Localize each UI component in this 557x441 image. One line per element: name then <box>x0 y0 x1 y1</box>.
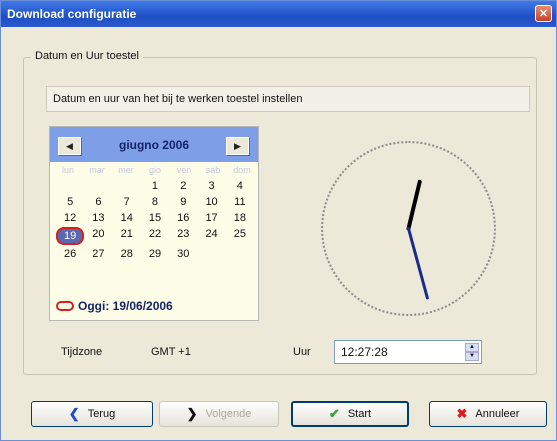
timezone-label: Tijdzone <box>61 346 103 358</box>
weekday-label: gio <box>148 165 161 175</box>
calendar-month-label: giugno 2006 <box>118 138 189 152</box>
close-button[interactable]: ✕ <box>535 5 552 22</box>
prev-icon: ◀ <box>66 141 73 151</box>
calendar-day[interactable]: 19 <box>56 227 85 245</box>
calendar-empty-cell <box>84 179 112 193</box>
cancel-button-label: Annuleer <box>475 408 520 420</box>
download-config-window: Download configuratie ✕ Datum en Uur toe… <box>0 0 557 441</box>
calendar-day[interactable]: 1 <box>141 179 169 193</box>
cancel-button[interactable]: ✖ Annuleer <box>429 401 547 427</box>
calendar-day[interactable]: 11 <box>226 195 254 209</box>
spinner-up-icon[interactable]: ▲ <box>465 343 479 352</box>
weekday-header: lun mar mer gio ven sab dom <box>56 165 254 175</box>
check-icon: ✔ <box>328 406 340 421</box>
start-button[interactable]: ✔ Start <box>291 401 409 427</box>
clock-face <box>406 179 429 300</box>
timezone-value: GMT +1 <box>151 346 191 358</box>
calendar-day[interactable]: 10 <box>197 195 225 209</box>
next-arrow-icon: ❯ <box>186 406 198 421</box>
calendar-day[interactable]: 6 <box>84 195 112 209</box>
analog-clock <box>321 141 496 316</box>
calendar-day[interactable]: 22 <box>141 227 169 241</box>
calendar-day[interactable]: 28 <box>113 247 141 261</box>
calendar: ◀ giugno 2006 ▶ lun mar mer gio ven sab dom 12… <box>49 126 259 321</box>
cancel-x-icon: ✖ <box>456 406 468 421</box>
calendar-day[interactable]: 29 <box>141 247 169 261</box>
start-button-label: Start <box>347 408 372 420</box>
calendar-day[interactable]: 16 <box>169 211 197 225</box>
calendar-day[interactable]: 9 <box>169 195 197 209</box>
calendar-day[interactable]: 17 <box>197 211 225 225</box>
time-value: 12:27:28 <box>341 345 388 359</box>
back-button[interactable]: ❮ Terug <box>31 401 153 427</box>
calendar-day[interactable]: 3 <box>197 179 225 193</box>
minute-hand <box>407 227 429 300</box>
calendar-empty-cell <box>197 247 225 261</box>
time-spinner[interactable]: ▲ ▼ <box>465 343 479 361</box>
calendar-day[interactable]: 20 <box>84 227 112 241</box>
calendar-day[interactable]: 2 <box>169 179 197 193</box>
next-icon: ▶ <box>234 141 241 151</box>
window-title: Download configuratie <box>7 7 137 21</box>
calendar-day[interactable]: 18 <box>226 211 254 225</box>
calendar-day[interactable]: 5 <box>56 195 84 209</box>
calendar-day[interactable]: 21 <box>113 227 141 241</box>
today-label: Oggi: 19/06/2006 <box>78 299 173 313</box>
time-label: Uur <box>293 346 311 358</box>
calendar-day[interactable]: 8 <box>141 195 169 209</box>
spinner-down-icon[interactable]: ▼ <box>465 352 479 361</box>
calendar-day[interactable]: 27 <box>84 247 112 261</box>
hour-hand <box>406 179 422 231</box>
group-title: Datum en Uur toestel <box>31 50 143 62</box>
today-circle-icon <box>56 301 74 311</box>
calendar-day-grid: 1 2 3 4 5 6 7 8 9 10 11 12 13 14 15 16 17 18 19 20 21 22 23 24 2… <box>56 179 254 261</box>
prev-month-button[interactable]: ◀ <box>58 137 81 155</box>
calendar-day[interactable]: 25 <box>226 227 254 241</box>
calendar-day[interactable]: 23 <box>169 227 197 241</box>
calendar-header: ◀ giugno 2006 ▶ <box>50 127 258 162</box>
description-text: Datum en uur van het bij te werken toest… <box>46 86 530 112</box>
weekday-label: ven <box>176 165 192 175</box>
calendar-empty-cell <box>56 179 84 193</box>
back-button-label: Terug <box>87 408 116 420</box>
close-icon: ✕ <box>538 8 549 20</box>
calendar-day[interactable]: 15 <box>141 211 169 225</box>
calendar-empty-cell <box>226 247 254 261</box>
back-arrow-icon: ❮ <box>68 406 80 421</box>
calendar-empty-cell <box>113 179 141 193</box>
weekday-label: sab <box>205 165 221 175</box>
weekday-label: mar <box>89 165 105 175</box>
time-input[interactable]: 12:27:28 ▲ ▼ <box>334 340 482 364</box>
next-button[interactable]: ❯ Volgende <box>159 401 279 427</box>
next-month-button[interactable]: ▶ <box>226 137 249 155</box>
calendar-day[interactable]: 7 <box>113 195 141 209</box>
today-indicator[interactable]: Oggi: 19/06/2006 <box>56 299 173 313</box>
calendar-day[interactable]: 12 <box>56 211 84 225</box>
calendar-day[interactable]: 4 <box>226 179 254 193</box>
next-button-label: Volgende <box>205 408 252 420</box>
calendar-day[interactable]: 24 <box>197 227 225 241</box>
calendar-day[interactable]: 26 <box>56 247 84 261</box>
weekday-label: dom <box>233 165 251 175</box>
calendar-day[interactable]: 30 <box>169 247 197 261</box>
calendar-day[interactable]: 14 <box>113 211 141 225</box>
calendar-day[interactable]: 13 <box>84 211 112 225</box>
title-bar: Download configuratie ✕ <box>1 1 556 27</box>
weekday-label: mer <box>118 165 134 175</box>
weekday-label: lun <box>61 165 74 175</box>
